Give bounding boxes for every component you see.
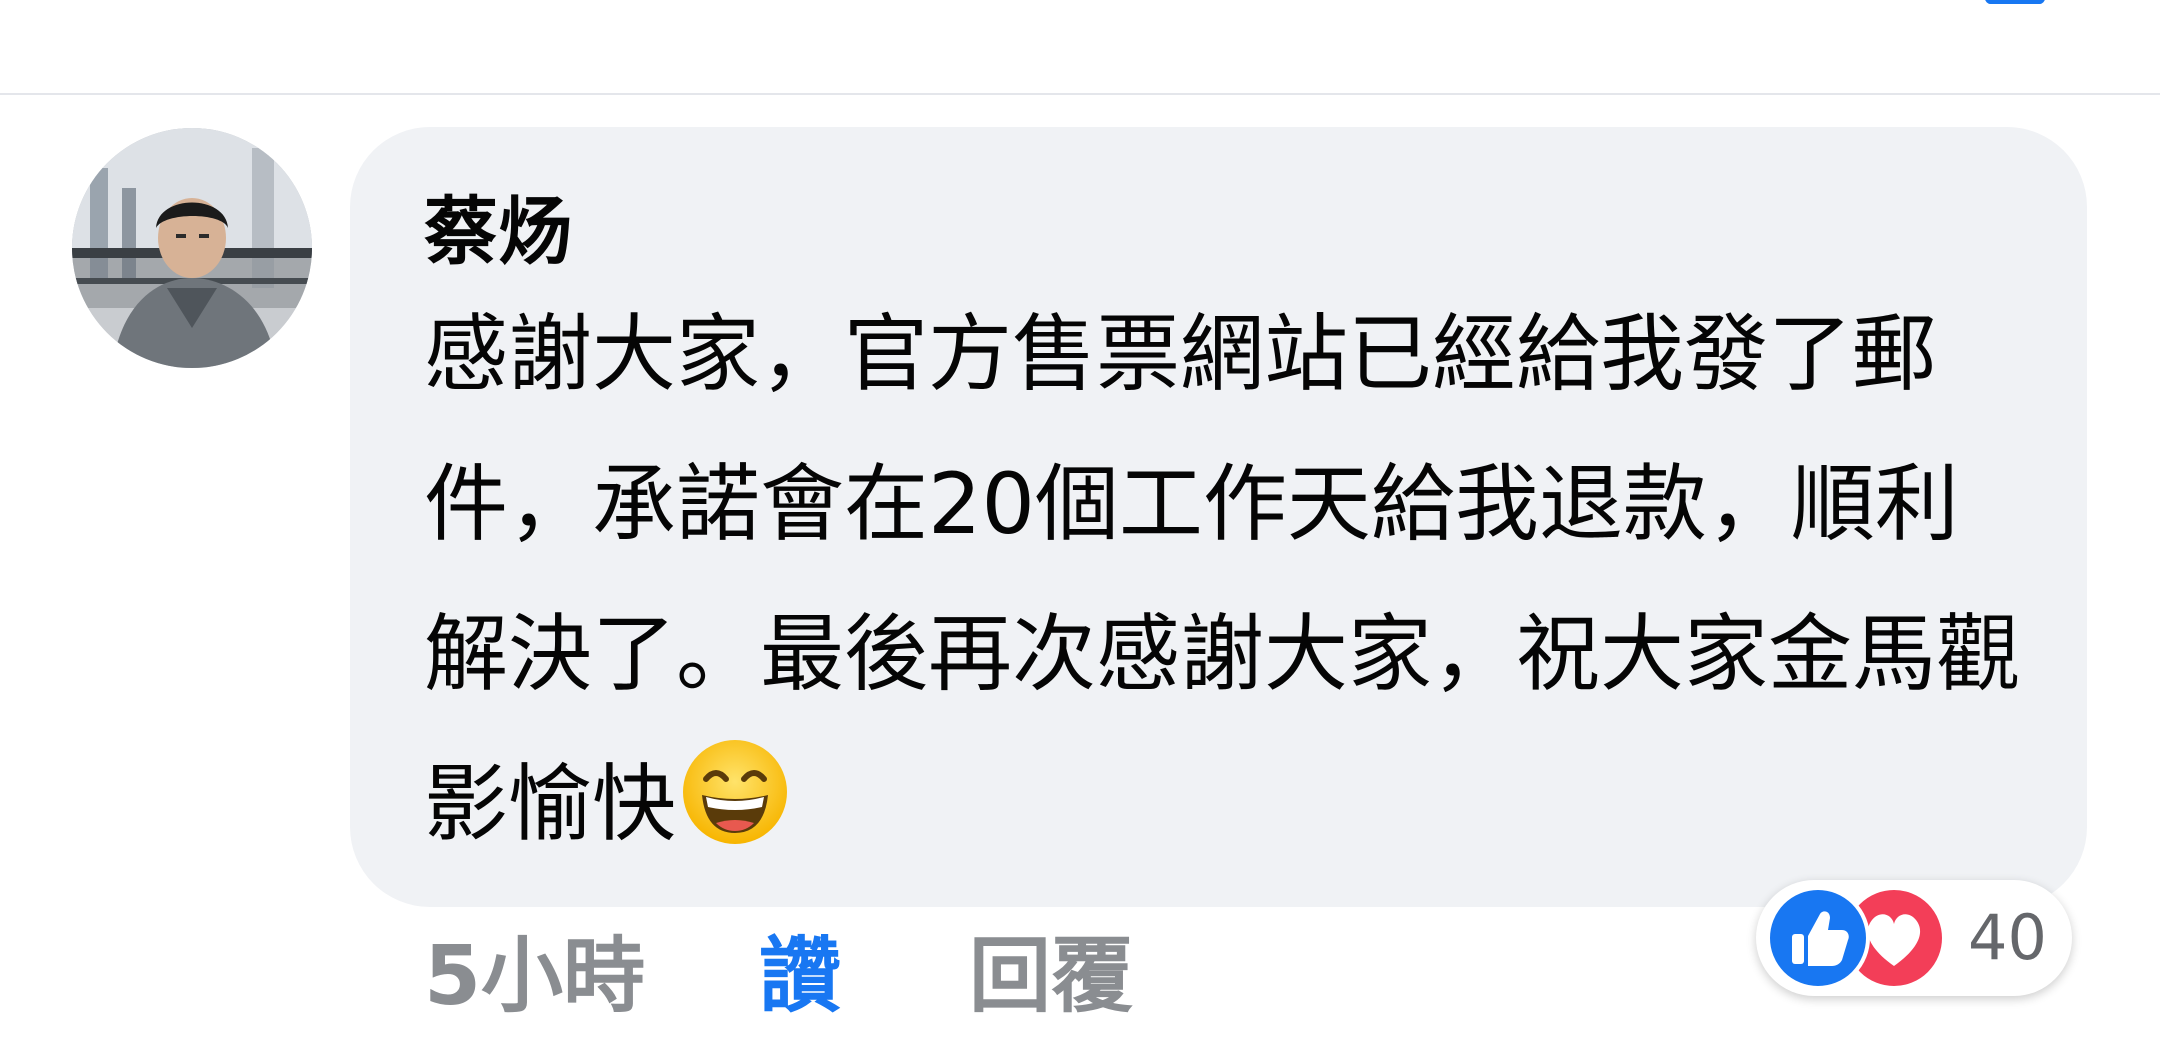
comment-author[interactable]: 蔡炀 [424, 187, 2017, 287]
grinning-squinting-face-icon [680, 737, 790, 847]
reply-button[interactable]: 回覆 [969, 909, 1133, 1028]
reaction-count: 40 [1968, 901, 2047, 974]
comment-timestamp[interactable]: 5小時 [424, 909, 759, 1028]
divider [0, 93, 2160, 95]
comment-text: 感謝大家，官方售票網站已經給我發了郵件，承諾會在20個工作天給我退款，順利解決了… [424, 305, 2021, 853]
thumbs-up-icon [1766, 886, 1870, 990]
comment-bubble: 蔡炀 感謝大家，官方售票網站已經給我發了郵件，承諾會在20個工作天給我退款，順利… [350, 127, 2087, 907]
comment-actions: 5小時 讚 回覆 [424, 918, 1133, 1024]
reactions-summary[interactable]: 40 [1756, 880, 2072, 996]
partial-toolbar-icon-2[interactable] [1985, 0, 2045, 4]
like-button[interactable]: 讚 [759, 909, 969, 1028]
avatar-photo [72, 128, 312, 368]
comment-screen: 蔡炀 感謝大家，官方售票網站已經給我發了郵件，承諾會在20個工作天給我退款，順利… [0, 0, 2160, 1062]
avatar[interactable] [72, 128, 312, 368]
comment-text-block: 感謝大家，官方售票網站已經給我發了郵件，承諾會在20個工作天給我退款，順利解決了… [424, 279, 2024, 879]
